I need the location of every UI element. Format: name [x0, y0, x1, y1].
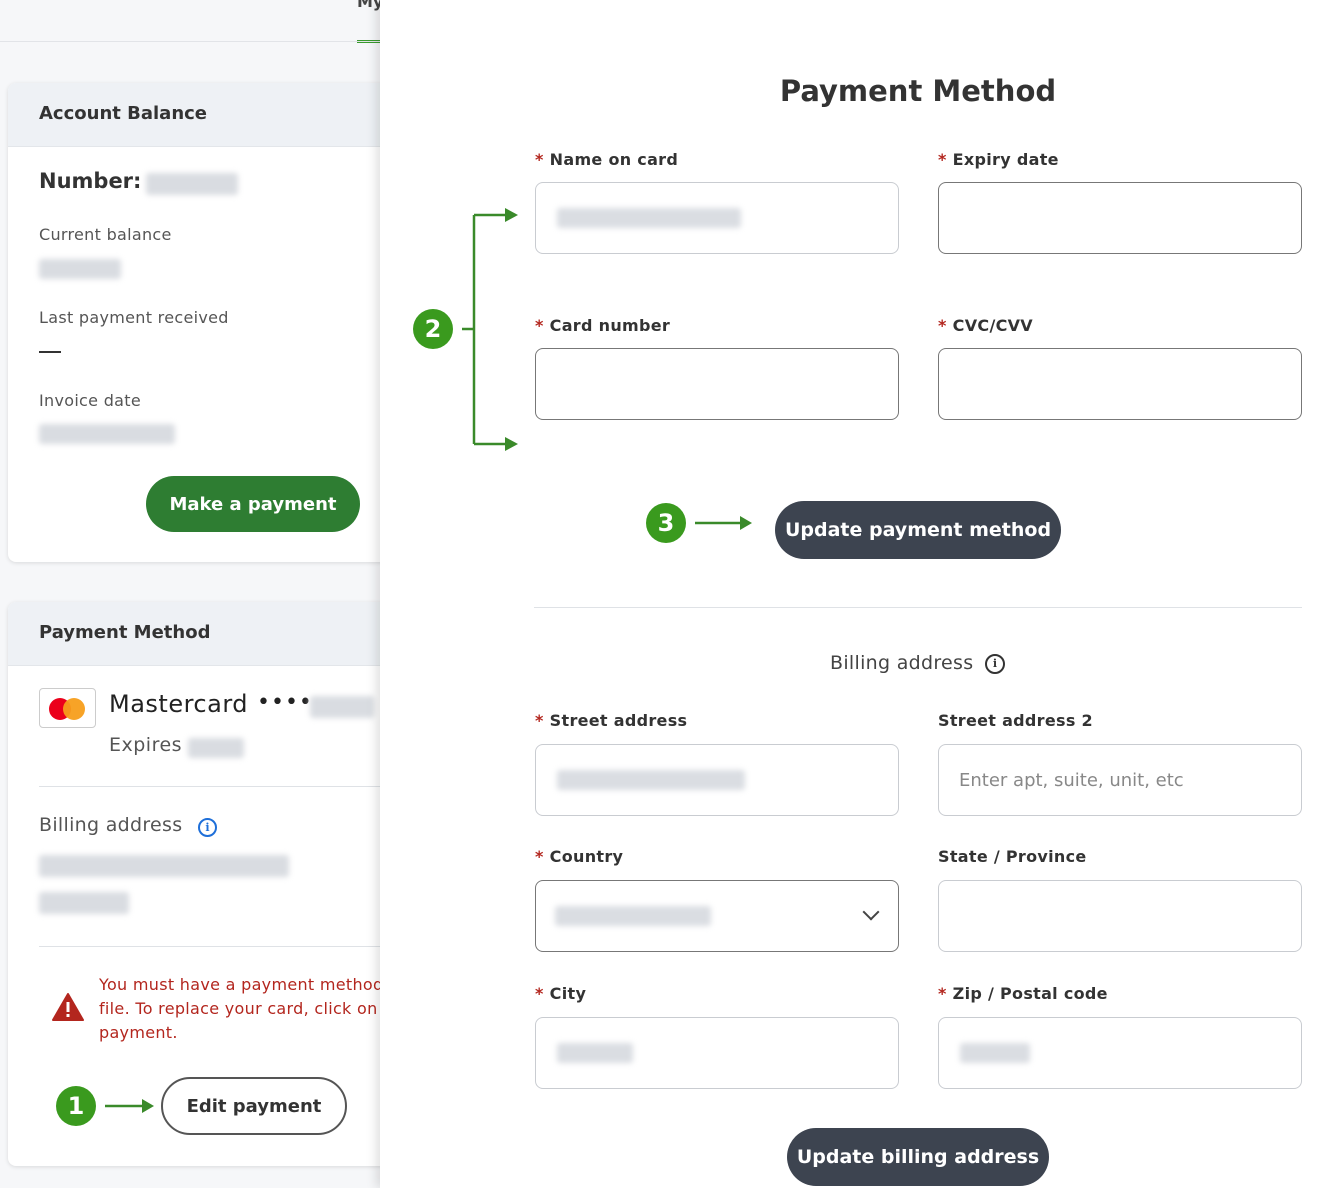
payment-method-card: Payment Method Mastercard •••• Expires B… [8, 602, 408, 1166]
invoice-date-label: Invoice date [39, 391, 141, 410]
zip-postal-label-text: Zip / Postal code [952, 984, 1108, 1003]
account-balance-title: Account Balance [8, 83, 408, 147]
account-page: My Account Balance Number: Current balan… [0, 0, 408, 1188]
street-address-label: * Street address [535, 711, 687, 730]
step-3-badge: 3 [646, 503, 686, 543]
street-address-value-redacted [557, 770, 745, 790]
country-label: * Country [535, 847, 623, 866]
required-marker: * [535, 711, 544, 730]
card-brand: Mastercard [109, 690, 249, 718]
current-balance-label: Current balance [39, 225, 172, 244]
expiry-date-input[interactable] [938, 182, 1302, 254]
billing-divider [39, 946, 399, 947]
name-on-card-value-redacted [557, 208, 741, 228]
tab-bar-divider [0, 41, 380, 42]
required-marker: * [938, 150, 947, 169]
account-number-redacted [146, 173, 238, 195]
warning-icon [52, 993, 84, 1021]
card-number-label-text: Card number [549, 316, 671, 335]
update-payment-method-button[interactable]: Update payment method [775, 501, 1061, 559]
account-balance-card: Account Balance Number: Current balance … [8, 83, 408, 562]
info-icon[interactable]: i [985, 654, 1005, 674]
street-address-label-text: Street address [549, 711, 688, 730]
billing-address-label: Billing address [39, 814, 183, 836]
make-payment-button[interactable]: Make a payment [146, 476, 360, 532]
billing-address-line2-redacted [39, 892, 129, 914]
payment-method-modal [380, 0, 1324, 1188]
card-number-input[interactable] [535, 348, 899, 420]
city-value-redacted [557, 1043, 633, 1063]
card-last-digits-redacted [310, 696, 374, 718]
card-number-label: * Card number [535, 316, 670, 335]
payment-warning-text: You must have a payment method on file. … [99, 975, 408, 1042]
billing-address-heading: Billing address [830, 652, 974, 674]
state-province-label: State / Province [938, 847, 1087, 866]
country-label-text: Country [549, 847, 624, 866]
required-marker: * [535, 150, 544, 169]
zip-value-redacted [960, 1043, 1030, 1063]
country-value-redacted [555, 906, 711, 926]
expiry-date-label: * Expiry date [938, 150, 1059, 169]
state-province-input[interactable] [938, 880, 1302, 952]
invoice-date-redacted [39, 424, 175, 444]
section-divider [534, 607, 1302, 608]
last-payment-value-empty [39, 351, 61, 353]
screenshot-stage: My Account Balance Number: Current balan… [0, 0, 1324, 1188]
card-expires-label: Expires [109, 734, 183, 756]
info-icon[interactable]: i [198, 818, 217, 837]
required-marker: * [535, 316, 544, 335]
cvc-label: * CVC/CVV [938, 316, 1033, 335]
step-1-badge: 1 [56, 1086, 96, 1126]
edit-payment-button[interactable]: Edit payment [161, 1077, 347, 1135]
name-on-card-label: * Name on card [535, 150, 678, 169]
mastercard-logo-icon [39, 688, 96, 728]
last-payment-label: Last payment received [39, 308, 229, 327]
required-marker: * [938, 984, 947, 1003]
city-label-text: City [549, 984, 587, 1003]
account-number-label: Number: [39, 169, 142, 193]
cvc-label-text: CVC/CVV [952, 316, 1033, 335]
current-balance-redacted [39, 259, 121, 279]
street-address-2-input[interactable] [938, 744, 1302, 816]
city-label: * City [535, 984, 586, 1003]
cvc-input[interactable] [938, 348, 1302, 420]
card-expiry-redacted [188, 738, 244, 758]
update-billing-address-button[interactable]: Update billing address [787, 1128, 1049, 1186]
required-marker: * [938, 316, 947, 335]
card-masked-dots: •••• [257, 690, 313, 715]
mastercard-orange-circle [63, 698, 85, 720]
modal-title: Payment Method [779, 74, 1057, 108]
required-marker: * [535, 984, 544, 1003]
name-on-card-label-text: Name on card [549, 150, 679, 169]
zip-postal-label: * Zip / Postal code [938, 984, 1108, 1003]
card-divider [39, 786, 399, 787]
payment-method-card-title: Payment Method [8, 602, 408, 666]
billing-address-line1-redacted [39, 855, 289, 877]
required-marker: * [535, 847, 544, 866]
step-2-badge: 2 [413, 309, 453, 349]
street-address-2-label: Street address 2 [938, 711, 1093, 730]
expiry-date-label-text: Expiry date [952, 150, 1059, 169]
